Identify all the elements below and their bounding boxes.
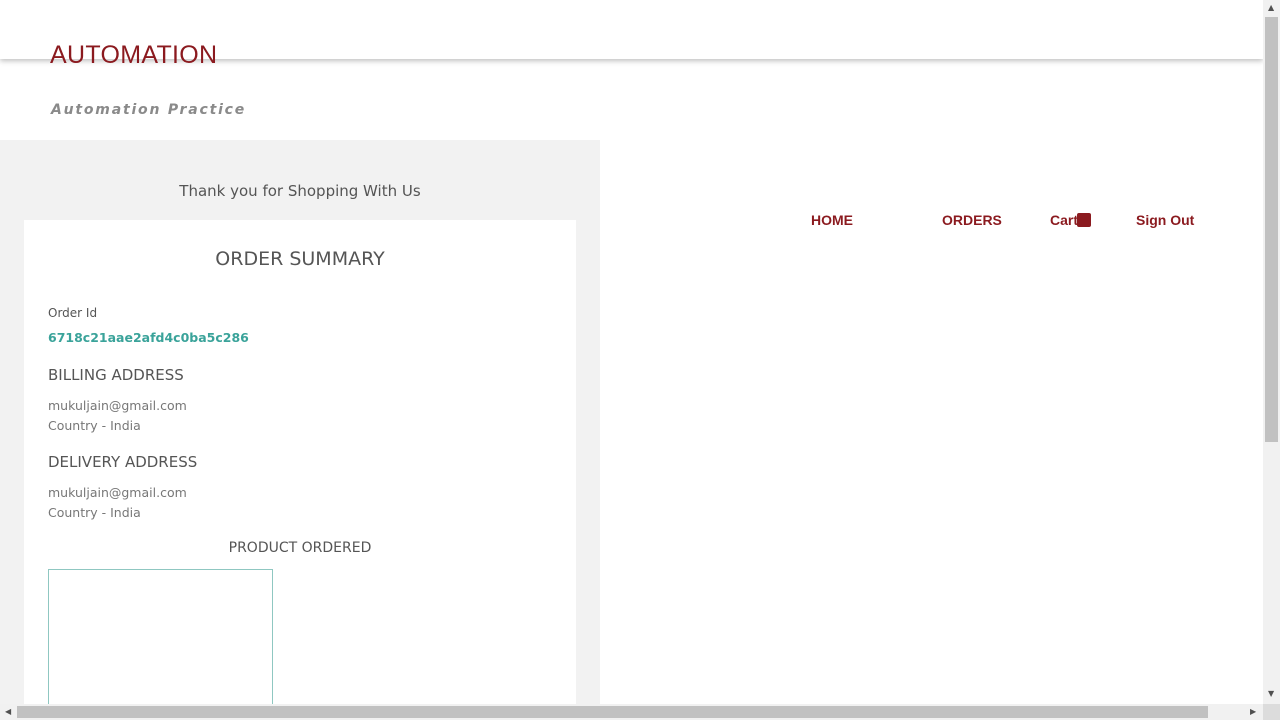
horizontal-scrollbar[interactable]: ◀ ▶ [0, 704, 1263, 720]
thank-you-message: Thank you for Shopping With Us [179, 182, 421, 200]
scrollbar-corner [1263, 704, 1280, 720]
delivery-country: Country - India [48, 505, 141, 520]
nav-orders-link[interactable]: ORDERS [942, 211, 1002, 229]
delivery-email: mukuljain@gmail.com [48, 485, 187, 500]
nav-cart-link[interactable]: Cart [1050, 211, 1078, 229]
scroll-up-arrow-icon[interactable]: ▲ [1268, 4, 1274, 12]
nav-home-link[interactable]: HOME [811, 211, 853, 229]
scroll-right-arrow-icon[interactable]: ▶ [1250, 708, 1256, 716]
order-id-value: 6718c21aae2afd4c0ba5c286 [48, 330, 249, 345]
delivery-address-heading: DELIVERY ADDRESS [48, 453, 198, 471]
product-ordered-heading: PRODUCT ORDERED [228, 540, 372, 556]
product-card[interactable] [48, 569, 273, 704]
page-viewport: AUTOMATION Automation Practice Thank you… [0, 0, 1263, 704]
cart-count-badge[interactable] [1077, 213, 1091, 227]
billing-address-heading: BILLING ADDRESS [48, 366, 184, 384]
vertical-scrollbar[interactable]: ▲ ▼ [1263, 0, 1280, 704]
vertical-scroll-thumb[interactable] [1265, 17, 1278, 442]
order-id-label: Order Id [48, 306, 98, 320]
order-summary-title: ORDER SUMMARY [215, 248, 385, 270]
billing-country: Country - India [48, 418, 141, 433]
scroll-left-arrow-icon[interactable]: ◀ [5, 708, 11, 716]
scroll-down-arrow-icon[interactable]: ▼ [1268, 690, 1274, 698]
billing-email: mukuljain@gmail.com [48, 398, 187, 413]
brand-subtitle: Automation Practice [51, 102, 247, 118]
nav-sign-out-link[interactable]: Sign Out [1136, 211, 1194, 229]
brand-title: AUTOMATION [50, 41, 218, 69]
order-summary-card: ORDER SUMMARY Order Id 6718c21aae2afd4c0… [24, 220, 576, 704]
horizontal-scroll-thumb[interactable] [17, 706, 1208, 718]
